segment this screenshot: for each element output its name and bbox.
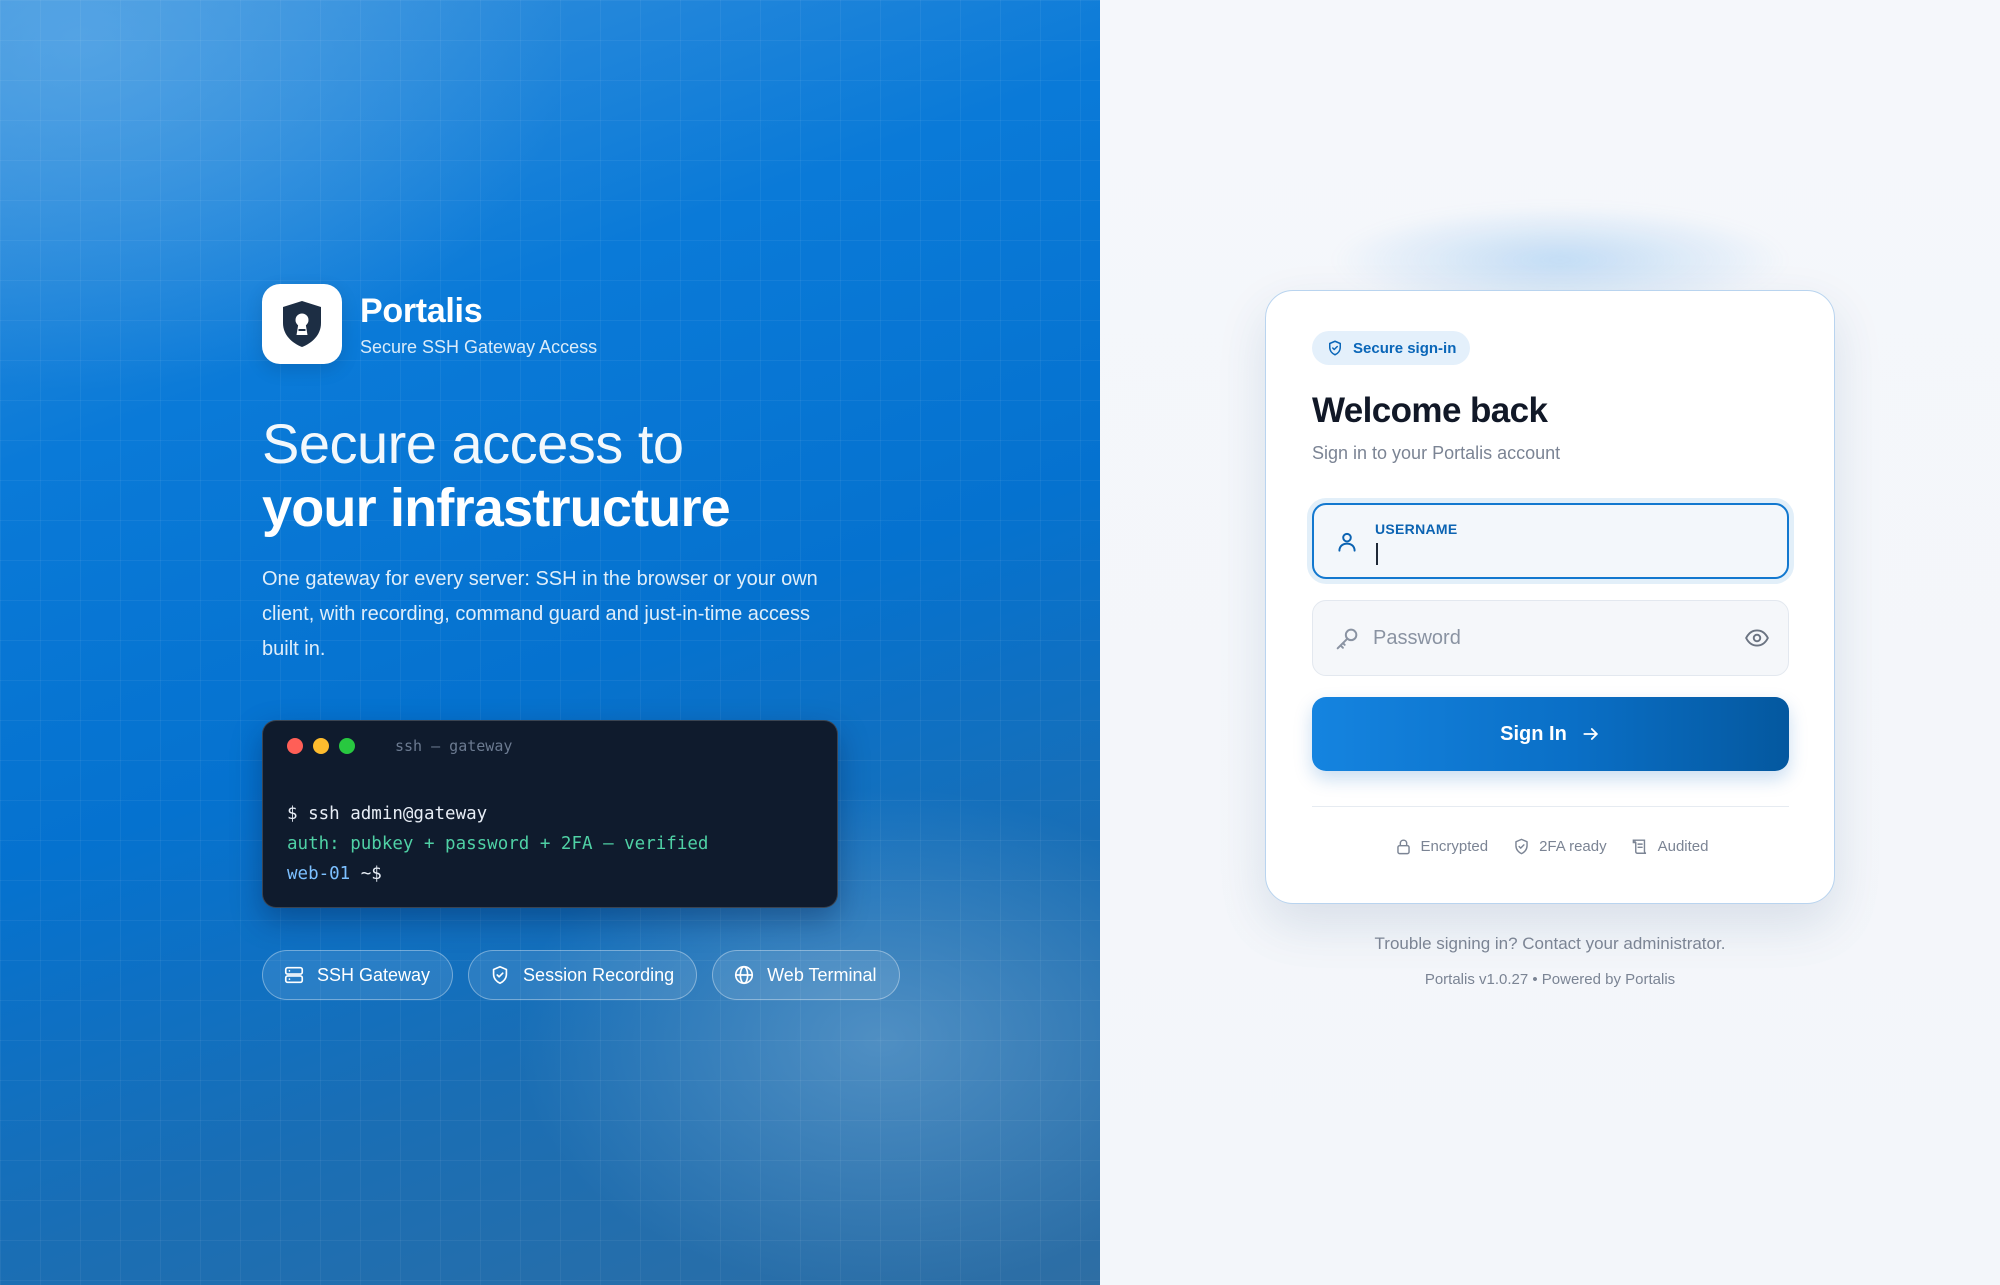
user-icon (1338, 532, 1356, 552)
shield-check-icon (492, 965, 508, 985)
chip-session-recording: Session Recording (468, 950, 698, 1000)
keyhole-shield-icon (283, 301, 321, 347)
version-text: Portalis v1.0.27 • Powered by Portalis (1424, 971, 1676, 988)
shield-check-icon (1329, 340, 1341, 356)
brand-name: Portalis (360, 291, 483, 330)
trust-label: Audited (1657, 838, 1709, 855)
server-icon (284, 966, 304, 984)
terminal-title: ssh — gateway (395, 737, 513, 755)
eye-icon[interactable] (1744, 625, 1770, 651)
hero-headline: Secure access to your infrastructure (262, 412, 731, 540)
signin-button[interactable]: Sign In (1312, 697, 1789, 771)
signin-label: Sign In (1500, 722, 1567, 745)
terminal-titlebar: ssh — gateway (287, 737, 512, 755)
text-cursor (1376, 543, 1378, 565)
password-field[interactable] (1312, 600, 1789, 676)
lock-icon (1396, 839, 1410, 855)
terminal-line-prompt: web-01 ~$ (287, 859, 708, 889)
hero-lead: One gateway for every server: SSH in the… (262, 568, 818, 660)
scroll-icon (1632, 839, 1646, 854)
badge-label: Secure sign-in (1353, 339, 1457, 357)
chip-label: Web Terminal (767, 964, 877, 985)
secure-signin-badge: Secure sign-in (1312, 331, 1471, 365)
window-dot-yellow (313, 738, 329, 754)
hero-panel: Portalis Secure SSH Gateway Access Secur… (0, 0, 1100, 1285)
help-text: Trouble signing in? Contact your adminis… (1374, 934, 1726, 953)
trust-label: Encrypted (1420, 838, 1489, 855)
window-dot-red (287, 738, 303, 754)
login-card: Secure sign-in Welcome back Sign in to y… (1265, 290, 1835, 904)
globe-icon (735, 965, 754, 985)
terminal-preview: ssh — gateway $ ssh admin@gateway auth: … (262, 720, 838, 908)
terminal-prompt: ~$ (350, 864, 382, 884)
chip-web-terminal: Web Terminal (712, 950, 900, 1000)
trust-2fa: 2FA ready (1512, 837, 1607, 856)
brand-tagline: Secure SSH Gateway Access (360, 336, 598, 357)
window-dot-green (339, 738, 355, 754)
headline-bold: your infrastructure (262, 478, 731, 538)
shield-check-icon (1515, 838, 1528, 855)
brand: Portalis Secure SSH Gateway Access (262, 284, 597, 364)
chip-label: Session Recording (523, 964, 675, 985)
arrow-right-icon (1583, 728, 1598, 740)
trust-encrypted: Encrypted (1394, 837, 1489, 856)
chip-label: SSH Gateway (317, 964, 431, 985)
logo (262, 284, 342, 364)
trust-label: 2FA ready (1539, 838, 1607, 855)
headline-light: Secure access to (262, 412, 684, 475)
trust-indicators: Encrypted 2FA ready Audited (1266, 837, 1836, 856)
terminal-line-auth: auth: pubkey + password + 2FA — verified (287, 834, 709, 854)
password-input[interactable] (1373, 601, 1733, 675)
terminal-line-command: $ ssh admin@gateway (287, 804, 488, 824)
feature-chips: SSH Gateway Session Recording Web Termin… (262, 950, 915, 1000)
trust-audited: Audited (1631, 837, 1709, 856)
username-field[interactable]: USERNAME (1312, 503, 1789, 579)
terminal-body: $ ssh admin@gateway auth: pubkey + passw… (287, 799, 708, 889)
username-label: USERNAME (1375, 521, 1458, 537)
page-title: Welcome back (1312, 391, 1548, 430)
page-subtitle: Sign in to your Portalis account (1312, 443, 1561, 463)
key-icon (1336, 628, 1358, 650)
terminal-host: web-01 (287, 864, 351, 884)
chip-ssh-gateway: SSH Gateway (262, 950, 454, 1000)
divider (1312, 806, 1789, 807)
